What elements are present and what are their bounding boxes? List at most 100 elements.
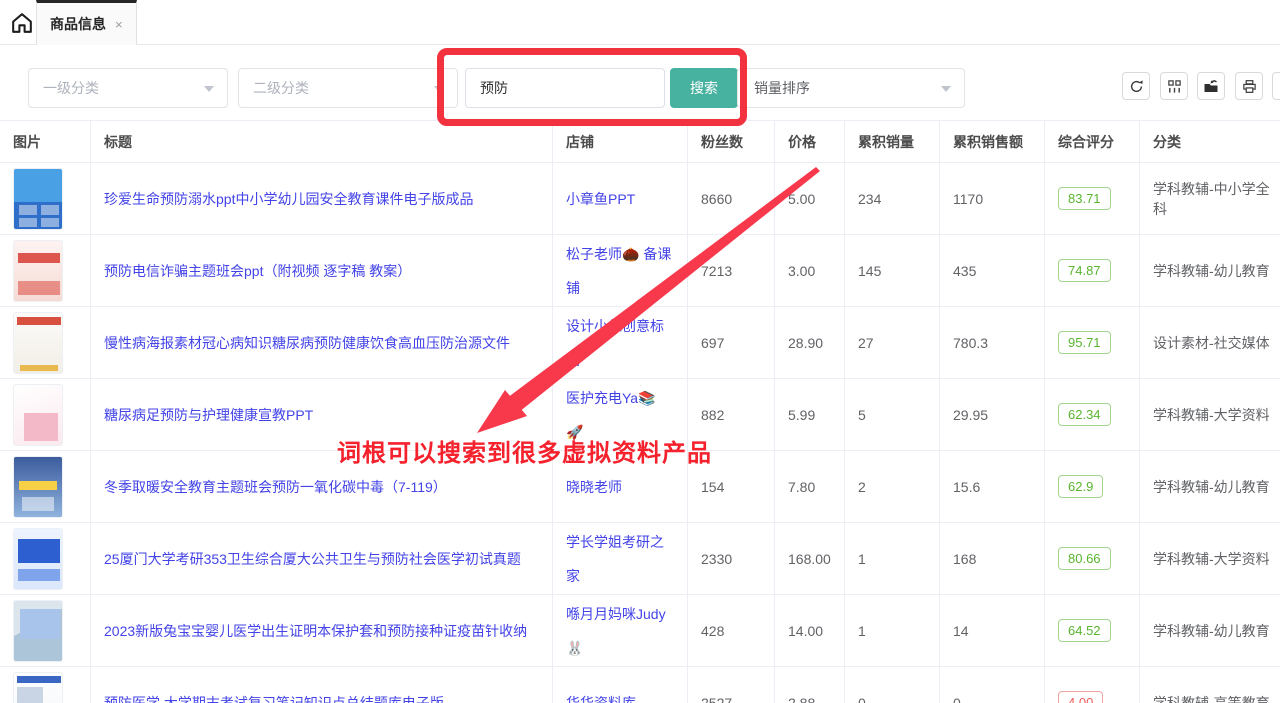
sales-cell: 5 xyxy=(845,379,940,450)
sales-cell: 0 xyxy=(845,667,940,703)
fans-cell: 882 xyxy=(688,379,775,450)
table-row: 糖尿病足预防与护理健康宣教PPT 医护充电Ya📚 🚀 882 5.99 5 29… xyxy=(0,379,1280,451)
revenue-cell: 0 xyxy=(940,667,1045,703)
header-image: 图片 xyxy=(0,121,91,162)
score-badge: 62.9 xyxy=(1058,475,1103,498)
level2-category-placeholder: 二级分类 xyxy=(253,78,309,98)
score-badge: 83.71 xyxy=(1058,187,1111,210)
shop-link[interactable]: 华华资料库 xyxy=(566,686,636,703)
category-cell: 学科教辅-大学资料 xyxy=(1140,523,1280,594)
sort-select[interactable]: 销量排序 xyxy=(737,68,965,108)
table-row: 2023新版兔宝宝婴儿医学出生证明本保护套和预防接种证疫苗针收纳 喺月月妈咪Ju… xyxy=(0,595,1280,667)
category-cell: 学科教辅-幼儿教育 xyxy=(1140,235,1280,306)
price-cell: 14.00 xyxy=(775,595,845,666)
columns-button[interactable] xyxy=(1160,72,1188,100)
revenue-cell: 1170 xyxy=(940,163,1045,234)
shop-link[interactable]: 学长学姐考研之家 xyxy=(566,525,674,593)
product-title-link[interactable]: 2023新版兔宝宝婴儿医学出生证明本保护套和预防接种证疫苗针收纳 xyxy=(104,614,527,648)
header-category: 分类 xyxy=(1140,121,1280,162)
product-thumbnail[interactable] xyxy=(13,456,63,518)
revenue-cell: 15.6 xyxy=(940,451,1045,522)
sales-cell: 234 xyxy=(845,163,940,234)
sales-cell: 1 xyxy=(845,595,940,666)
tab-close-icon[interactable]: × xyxy=(115,18,123,31)
shop-link[interactable]: 医护充电Ya📚 🚀 xyxy=(566,381,674,449)
category-cell: 学科教辅-幼儿教育 xyxy=(1140,451,1280,522)
fans-cell: 428 xyxy=(688,595,775,666)
product-thumbnail[interactable] xyxy=(13,672,63,703)
search-input[interactable] xyxy=(465,68,665,108)
tab-label: 商品信息 xyxy=(50,14,106,34)
export-button[interactable] xyxy=(1197,72,1225,100)
price-cell: 28.90 xyxy=(775,307,845,378)
fans-cell: 8660 xyxy=(688,163,775,234)
shop-link[interactable]: 松子老师🌰 备课铺 xyxy=(566,237,674,305)
print-button[interactable] xyxy=(1235,72,1263,100)
product-thumbnail[interactable] xyxy=(13,240,63,302)
fans-cell: 154 xyxy=(688,451,775,522)
table-row: 25厦门大学考研353卫生综合厦大公共卫生与预防社会医学初试真题 学长学姐考研之… xyxy=(0,523,1280,595)
header-revenue: 累积销售额 xyxy=(940,121,1045,162)
category-cell: 学科教辅-幼儿教育 xyxy=(1140,595,1280,666)
price-cell: 168.00 xyxy=(775,523,845,594)
price-cell: 3.00 xyxy=(775,235,845,306)
product-title-link[interactable]: 25厦门大学考研353卫生综合厦大公共卫生与预防社会医学初试真题 xyxy=(104,542,521,576)
category-cell: 学科教辅-高等教育 xyxy=(1140,667,1280,703)
revenue-cell: 14 xyxy=(940,595,1045,666)
tab-bar: 商品信息 × xyxy=(0,0,1280,45)
sales-cell: 145 xyxy=(845,235,940,306)
price-cell: 2.88 xyxy=(775,667,845,703)
refresh-icon xyxy=(1129,79,1144,94)
level1-category-select[interactable]: 一级分类 xyxy=(28,68,228,108)
product-title-link[interactable]: 预防医学 大学期末考试复习笔记知识点总结题库电子版 xyxy=(104,686,444,703)
shop-link[interactable]: 喺月月妈咪Judy 🐰 xyxy=(566,597,674,665)
product-thumbnail[interactable] xyxy=(13,312,63,374)
product-thumbnail[interactable] xyxy=(13,384,63,446)
shop-link[interactable]: 设计小保创意标铺 xyxy=(566,309,674,377)
export-icon xyxy=(1203,78,1219,94)
settings-button[interactable] xyxy=(1272,72,1280,100)
fans-cell: 697 xyxy=(688,307,775,378)
product-info-page: 商品信息 × 一级分类 二级分类 搜索 销量排序 xyxy=(0,0,1280,703)
product-title-link[interactable]: 糖尿病足预防与护理健康宣教PPT xyxy=(104,398,313,432)
product-title-link[interactable]: 珍爱生命预防溺水ppt中小学幼儿园安全教育课件电子版成品 xyxy=(104,182,473,216)
category-cell: 学科教辅-中小学全科 xyxy=(1140,163,1280,234)
score-badge: 74.87 xyxy=(1058,259,1111,282)
fans-cell: 7213 xyxy=(688,235,775,306)
fans-cell: 2330 xyxy=(688,523,775,594)
table-row: 珍爱生命预防溺水ppt中小学幼儿园安全教育课件电子版成品 小章鱼PPT 8660… xyxy=(0,163,1280,235)
price-cell: 5.99 xyxy=(775,379,845,450)
score-badge: 80.66 xyxy=(1058,547,1111,570)
revenue-cell: 29.95 xyxy=(940,379,1045,450)
product-title-link[interactable]: 冬季取暖安全教育主题班会预防一氧化碳中毒（7-119） xyxy=(104,470,447,504)
revenue-cell: 780.3 xyxy=(940,307,1045,378)
tab-product-info[interactable]: 商品信息 × xyxy=(36,0,137,45)
sales-cell: 1 xyxy=(845,523,940,594)
product-title-link[interactable]: 预防电信诈骗主题班会ppt（附视频 逐字稿 教案） xyxy=(104,254,411,288)
product-thumbnail[interactable] xyxy=(13,168,63,230)
product-title-link[interactable]: 慢性病海报素材冠心病知识糖尿病预防健康饮食高血压防治源文件 xyxy=(104,326,510,360)
product-thumbnail[interactable] xyxy=(13,600,63,662)
header-price: 价格 xyxy=(775,121,845,162)
home-icon[interactable] xyxy=(7,8,37,38)
shop-link[interactable]: 小章鱼PPT xyxy=(566,182,635,216)
header-score: 综合评分 xyxy=(1045,121,1140,162)
refresh-button[interactable] xyxy=(1122,72,1150,100)
header-sales: 累积销量 xyxy=(845,121,940,162)
shop-link[interactable]: 晓晓老师 xyxy=(566,470,622,504)
search-button[interactable]: 搜索 xyxy=(670,68,738,108)
table-header-row: 图片 标题 店铺 粉丝数 价格 累积销量 累积销售额 综合评分 分类 xyxy=(0,121,1280,163)
sales-cell: 2 xyxy=(845,451,940,522)
fans-cell: 2527 xyxy=(688,667,775,703)
level2-category-select[interactable]: 二级分类 xyxy=(238,68,458,108)
chevron-down-icon xyxy=(941,86,951,92)
columns-icon xyxy=(1167,79,1182,94)
table-body: 珍爱生命预防溺水ppt中小学幼儿园安全教育课件电子版成品 小章鱼PPT 8660… xyxy=(0,163,1280,703)
table-row: 预防电信诈骗主题班会ppt（附视频 逐字稿 教案） 松子老师🌰 备课铺 7213… xyxy=(0,235,1280,307)
category-cell: 学科教辅-大学资料 xyxy=(1140,379,1280,450)
header-fans: 粉丝数 xyxy=(688,121,775,162)
chevron-down-icon xyxy=(434,86,444,92)
table-row: 预防医学 大学期末考试复习笔记知识点总结题库电子版 华华资料库 2527 2.8… xyxy=(0,667,1280,703)
product-table: 图片 标题 店铺 粉丝数 价格 累积销量 累积销售额 综合评分 分类 珍爱生命预… xyxy=(0,120,1280,703)
product-thumbnail[interactable] xyxy=(13,528,63,590)
